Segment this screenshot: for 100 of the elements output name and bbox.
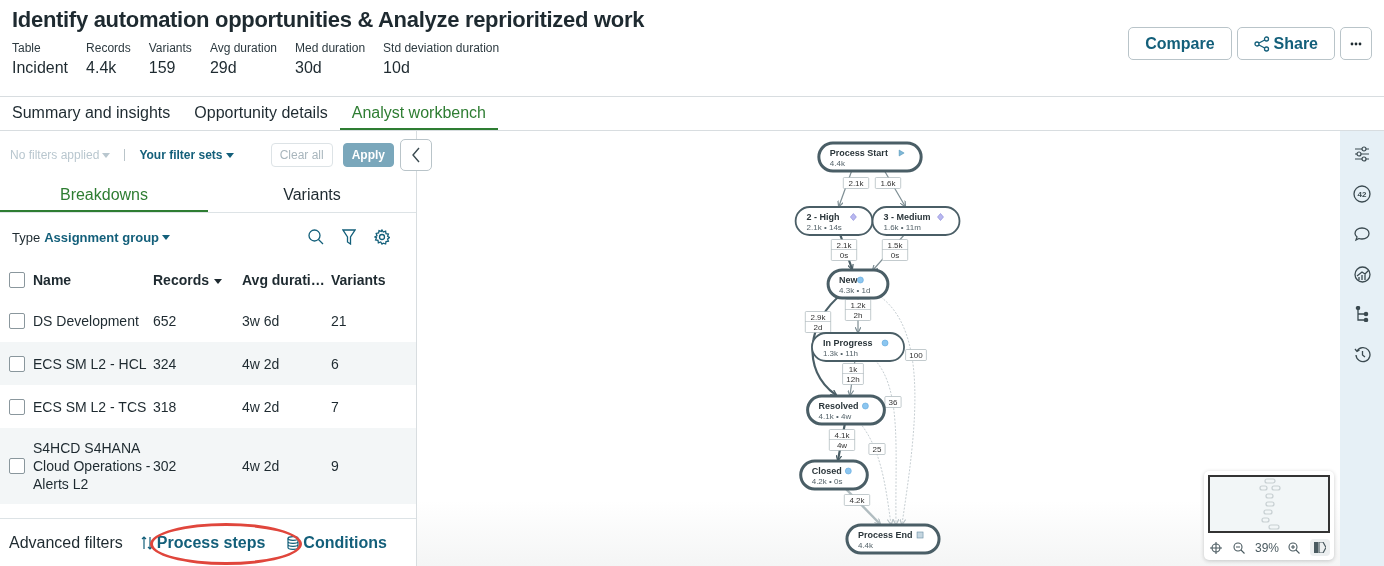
table-cell: 3w 6d	[242, 311, 280, 330]
process-steps-link[interactable]: Process steps	[136, 533, 270, 552]
chevron-left-icon	[411, 147, 421, 163]
edge-label: 1.2k 2h	[845, 299, 871, 321]
sort-arrows-icon	[140, 535, 153, 550]
stat-value: 4.4k	[86, 59, 118, 77]
type-dropdown[interactable]: Assignment group	[44, 229, 171, 245]
sidebar-tool[interactable]	[1351, 263, 1373, 285]
process-node[interactable]	[806, 394, 886, 426]
stat-label: Std deviation duration	[383, 41, 500, 55]
filter-sets-dropdown[interactable]: Your filter sets	[139, 148, 223, 162]
filter-icon[interactable]	[342, 229, 356, 245]
table-cell: ECS SM L2 - TCS	[33, 397, 147, 416]
status-dot-icon	[845, 467, 852, 475]
edge-label: 1.5k 0s	[882, 239, 908, 261]
column-header[interactable]: Name	[33, 272, 72, 288]
stat-value: Incident	[12, 59, 69, 77]
status-dot-icon	[857, 276, 864, 284]
process-node[interactable]	[871, 206, 961, 236]
node-stats: 4.4k	[857, 541, 874, 550]
edge-label: 2.1k	[843, 177, 869, 189]
caret-icon	[225, 152, 234, 158]
edge-label: 100	[905, 349, 927, 361]
diamond-icon	[937, 213, 944, 221]
page-title: Identify automation opportunities & Analyze reprioritized work	[12, 7, 645, 33]
search-icon[interactable]	[308, 229, 324, 245]
stop-icon	[916, 531, 924, 539]
process-node[interactable]	[799, 459, 869, 491]
edge-label: 25	[868, 443, 886, 455]
stat-label: Records	[86, 41, 131, 55]
node-label: Closed	[811, 466, 842, 476]
stat-value: 10d	[383, 59, 411, 77]
stat-value: 159	[148, 59, 177, 77]
table-cell: 7	[331, 397, 339, 416]
caret-icon	[102, 152, 111, 158]
count-button[interactable]: 42	[1351, 183, 1373, 205]
stat-label: Table	[12, 41, 42, 55]
node-stats: 4.2k • 0s	[811, 477, 843, 486]
stat-label: Med duration	[295, 41, 366, 55]
table-cell: 4w 2d	[242, 354, 280, 373]
table-cell: DS Development	[33, 311, 139, 330]
node-stats: 4.4k	[829, 159, 845, 168]
hierarchy-icon	[1355, 306, 1369, 322]
node-label: 2 - High	[806, 212, 840, 222]
crosshair-icon	[1210, 541, 1222, 554]
conditions-link[interactable]: Conditions	[283, 533, 391, 552]
edge-label: 1.6k	[875, 177, 901, 189]
process-node[interactable]	[817, 141, 923, 173]
node-label: In Progress	[822, 338, 873, 348]
edge-label: 1k 12h	[842, 363, 864, 385]
table-cell: 302	[153, 457, 177, 475]
stat-value: 29d	[209, 59, 238, 77]
checkbox[interactable]	[9, 355, 25, 372]
play-icon	[898, 149, 905, 157]
node-stats: 1.6k • 11m	[883, 223, 921, 232]
tab[interactable]: Summary and insights	[0, 97, 183, 130]
settings-icon[interactable]	[374, 229, 390, 245]
recenter-button[interactable]	[1208, 539, 1224, 556]
database-icon	[287, 535, 300, 550]
process-node[interactable]	[794, 206, 874, 236]
diamond-icon	[850, 213, 857, 221]
stat-value: 30d	[295, 59, 323, 77]
node-stats: 2.1k • 14s	[806, 223, 842, 232]
process-node[interactable]	[826, 268, 890, 300]
table-cell: 4w 2d	[242, 397, 280, 416]
tab[interactable]: Breakdowns	[0, 179, 208, 212]
process-node[interactable]	[811, 332, 905, 362]
node-stats: 4.1k • 4w	[818, 412, 852, 421]
checkbox[interactable]	[9, 272, 25, 288]
table-cell: 324	[153, 354, 177, 373]
tab[interactable]: Opportunity details	[182, 97, 340, 130]
process-node[interactable]	[845, 523, 941, 555]
checkbox[interactable]	[9, 398, 25, 415]
edge-label: 36	[884, 396, 902, 408]
status-dot-icon	[862, 402, 869, 410]
share-button[interactable]: Share	[1236, 27, 1335, 60]
table-cell: 4w 2d	[242, 457, 280, 475]
checkbox[interactable]	[9, 312, 25, 329]
share-icon	[1253, 35, 1270, 52]
node-label: Process Start	[829, 148, 888, 158]
edge-label: 4.2k	[844, 494, 870, 506]
collapse-button[interactable]	[400, 139, 432, 171]
edge-label: 4.1k 4w	[829, 429, 855, 451]
edge-label: 2.9k 2d	[805, 311, 831, 333]
node-label: 3 - Medium	[883, 212, 931, 222]
column-header[interactable]: Avg durati…	[242, 272, 325, 288]
compare-button[interactable]: Compare	[1128, 27, 1232, 60]
table-cell: ECS SM L2 - HCL	[33, 354, 147, 373]
zoom-level: 39%	[1254, 540, 1279, 555]
node-label: Resolved	[818, 401, 859, 411]
tab[interactable]: Variants	[208, 179, 416, 212]
minimap-toggle-button[interactable]	[1309, 539, 1330, 556]
column-header[interactable]: Variants	[331, 272, 386, 288]
caret-icon	[162, 234, 171, 240]
node-label: Process End	[857, 530, 913, 540]
checkbox[interactable]	[9, 458, 25, 474]
advanced-filters-label: Advanced filters	[9, 533, 123, 552]
type-label: Type	[12, 229, 41, 245]
comment-icon	[1354, 226, 1370, 242]
column-header[interactable]: Records	[153, 272, 223, 288]
